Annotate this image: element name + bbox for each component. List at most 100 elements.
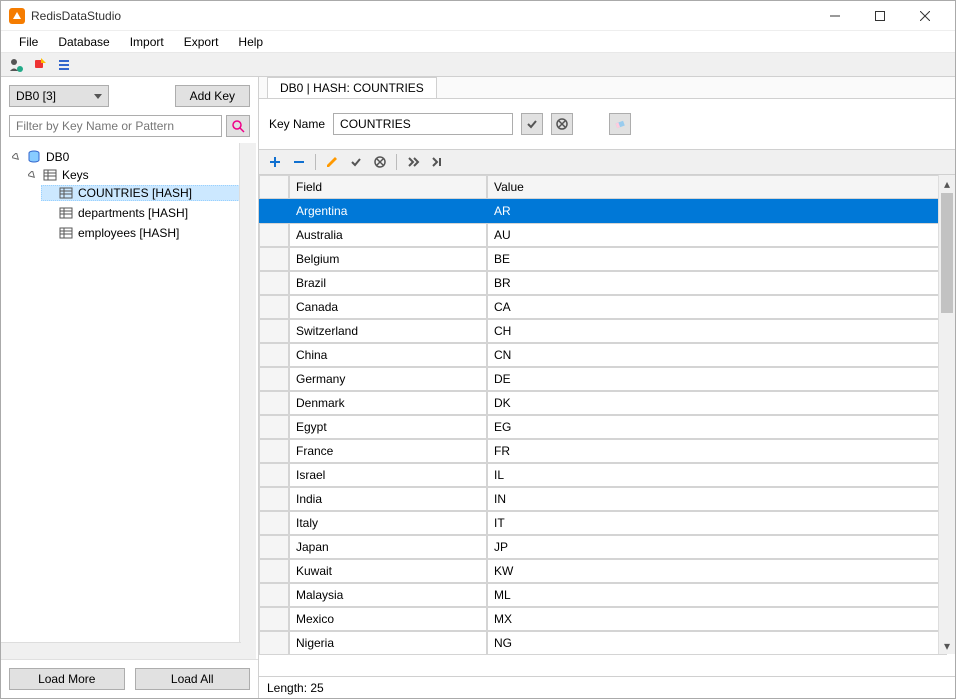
cell-field[interactable]: Canada bbox=[289, 295, 487, 319]
cell-field[interactable]: Argentina bbox=[289, 199, 487, 223]
row-handle[interactable] bbox=[259, 511, 289, 535]
cell-value[interactable]: FR bbox=[487, 439, 947, 463]
collapse-icon[interactable] bbox=[11, 152, 22, 163]
menu-export[interactable]: Export bbox=[174, 32, 229, 52]
hash-table[interactable]: Field Value ArgentinaARAustraliaAUBelgiu… bbox=[259, 175, 955, 655]
table-vscrollbar[interactable]: ▴ ▾ bbox=[938, 175, 955, 654]
tree-key-item[interactable]: employees [HASH] bbox=[41, 225, 254, 241]
cell-value[interactable]: EG bbox=[487, 415, 947, 439]
cell-field[interactable]: Denmark bbox=[289, 391, 487, 415]
cell-value[interactable]: IN bbox=[487, 487, 947, 511]
remove-row-button[interactable] bbox=[289, 152, 309, 172]
add-row-button[interactable] bbox=[265, 152, 285, 172]
cell-field[interactable]: Malaysia bbox=[289, 583, 487, 607]
db-selector[interactable]: DB0 [3] bbox=[9, 85, 109, 107]
cell-value[interactable]: BE bbox=[487, 247, 947, 271]
cell-field[interactable]: Italy bbox=[289, 511, 487, 535]
cell-field[interactable]: Nigeria bbox=[289, 631, 487, 655]
cell-field[interactable]: Germany bbox=[289, 367, 487, 391]
tree-key-item[interactable]: COUNTRIES [HASH] bbox=[41, 185, 254, 201]
cell-field[interactable]: Brazil bbox=[289, 271, 487, 295]
menu-file[interactable]: File bbox=[9, 32, 48, 52]
add-key-button[interactable]: Add Key bbox=[175, 85, 250, 107]
cell-field[interactable]: Egypt bbox=[289, 415, 487, 439]
cell-field[interactable]: Switzerland bbox=[289, 319, 487, 343]
cell-value[interactable]: KW bbox=[487, 559, 947, 583]
cell-field[interactable]: Israel bbox=[289, 463, 487, 487]
cell-value[interactable]: AR bbox=[487, 199, 947, 223]
cell-value[interactable]: IT bbox=[487, 511, 947, 535]
cell-value[interactable]: JP bbox=[487, 535, 947, 559]
cell-field[interactable]: China bbox=[289, 343, 487, 367]
maximize-button[interactable] bbox=[857, 2, 902, 30]
delete-key-button[interactable] bbox=[551, 113, 573, 135]
key-tree[interactable]: DB0 Keys COUNTRIES [HASH] departments [HA… bbox=[1, 143, 258, 659]
clear-button[interactable] bbox=[609, 113, 631, 135]
row-handle[interactable] bbox=[259, 631, 289, 655]
cell-field[interactable]: Australia bbox=[289, 223, 487, 247]
cancel-row-button[interactable] bbox=[370, 152, 390, 172]
cell-value[interactable]: DK bbox=[487, 391, 947, 415]
scroll-thumb[interactable] bbox=[941, 193, 953, 313]
menu-database[interactable]: Database bbox=[48, 32, 119, 52]
scroll-down-icon[interactable]: ▾ bbox=[939, 637, 955, 654]
cell-field[interactable]: Belgium bbox=[289, 247, 487, 271]
row-handle[interactable] bbox=[259, 247, 289, 271]
row-handle[interactable] bbox=[259, 391, 289, 415]
load-more-button[interactable]: Load More bbox=[9, 668, 125, 690]
row-handle[interactable] bbox=[259, 583, 289, 607]
tab-key[interactable]: DB0 | HASH: COUNTRIES bbox=[267, 77, 437, 98]
cell-value[interactable]: CH bbox=[487, 319, 947, 343]
cell-value[interactable]: BR bbox=[487, 271, 947, 295]
cell-value[interactable]: NG bbox=[487, 631, 947, 655]
filter-input[interactable] bbox=[9, 115, 222, 137]
scroll-up-icon[interactable]: ▴ bbox=[939, 175, 955, 192]
cell-field[interactable]: Japan bbox=[289, 535, 487, 559]
row-handle[interactable] bbox=[259, 343, 289, 367]
row-handle[interactable] bbox=[259, 535, 289, 559]
tree-vscrollbar[interactable] bbox=[239, 143, 256, 659]
row-handle[interactable] bbox=[259, 367, 289, 391]
connection-icon[interactable] bbox=[7, 56, 25, 74]
tree-hscrollbar[interactable] bbox=[1, 642, 241, 659]
tree-db-node[interactable]: DB0 bbox=[9, 149, 254, 165]
edit-row-button[interactable] bbox=[322, 152, 342, 172]
row-handle[interactable] bbox=[259, 319, 289, 343]
filter-search-button[interactable] bbox=[226, 115, 250, 137]
cell-value[interactable]: IL bbox=[487, 463, 947, 487]
row-handle[interactable] bbox=[259, 271, 289, 295]
cell-value[interactable]: DE bbox=[487, 367, 947, 391]
refresh-icon[interactable] bbox=[31, 56, 49, 74]
row-handle[interactable] bbox=[259, 487, 289, 511]
cell-field[interactable]: India bbox=[289, 487, 487, 511]
cell-value[interactable]: CA bbox=[487, 295, 947, 319]
page-next-button[interactable] bbox=[403, 152, 423, 172]
row-handle[interactable] bbox=[259, 439, 289, 463]
row-handle[interactable] bbox=[259, 607, 289, 631]
cell-value[interactable]: CN bbox=[487, 343, 947, 367]
load-all-button[interactable]: Load All bbox=[135, 668, 251, 690]
th-field[interactable]: Field bbox=[289, 175, 487, 199]
page-last-button[interactable] bbox=[427, 152, 447, 172]
collapse-icon[interactable] bbox=[27, 170, 38, 181]
row-handle[interactable] bbox=[259, 223, 289, 247]
close-button[interactable] bbox=[902, 2, 947, 30]
cell-field[interactable]: Kuwait bbox=[289, 559, 487, 583]
list-icon[interactable] bbox=[55, 56, 73, 74]
tree-keys-node[interactable]: Keys bbox=[25, 167, 254, 183]
cell-value[interactable]: AU bbox=[487, 223, 947, 247]
menu-help[interactable]: Help bbox=[228, 32, 273, 52]
cell-field[interactable]: France bbox=[289, 439, 487, 463]
minimize-button[interactable] bbox=[812, 2, 857, 30]
row-handle[interactable] bbox=[259, 415, 289, 439]
commit-button[interactable] bbox=[346, 152, 366, 172]
row-handle[interactable] bbox=[259, 463, 289, 487]
menu-import[interactable]: Import bbox=[120, 32, 174, 52]
key-name-input[interactable] bbox=[333, 113, 513, 135]
th-value[interactable]: Value bbox=[487, 175, 947, 199]
apply-rename-button[interactable] bbox=[521, 113, 543, 135]
row-handle[interactable] bbox=[259, 199, 289, 223]
tree-key-item[interactable]: departments [HASH] bbox=[41, 205, 254, 221]
cell-value[interactable]: ML bbox=[487, 583, 947, 607]
row-handle[interactable] bbox=[259, 295, 289, 319]
